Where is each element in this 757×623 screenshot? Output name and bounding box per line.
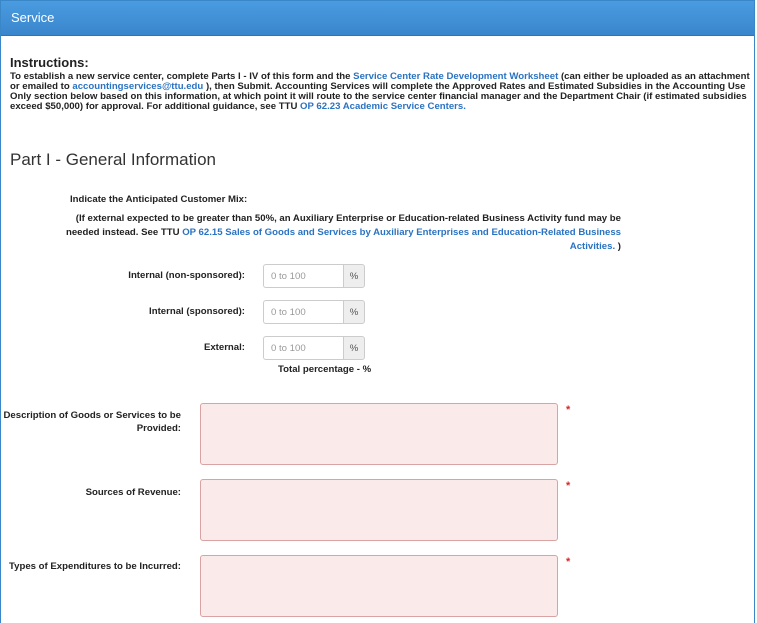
instructions-text: To establish a new service center, compl… bbox=[10, 72, 750, 112]
op-62-23-link[interactable]: OP 62.23 Academic Service Centers. bbox=[300, 101, 466, 112]
external-input[interactable] bbox=[263, 336, 343, 360]
required-marker: * bbox=[566, 556, 571, 568]
description-textarea[interactable] bbox=[200, 403, 558, 465]
service-panel: Service Instructions: To establish a new… bbox=[0, 0, 755, 623]
internal-nonsponsored-group: % bbox=[263, 264, 365, 288]
internal-sponsored-label: Internal (sponsored): bbox=[149, 306, 245, 317]
customer-mix-note: (If external expected to be greater than… bbox=[61, 212, 621, 254]
percent-addon: % bbox=[343, 264, 365, 288]
revenue-textarea[interactable] bbox=[200, 479, 558, 541]
description-label: Description of Goods or Services to be P… bbox=[3, 410, 181, 434]
internal-nonsponsored-label: Internal (non-sponsored): bbox=[128, 270, 245, 281]
mix-note-end: ) bbox=[615, 241, 621, 252]
total-percentage: Total percentage - % bbox=[278, 364, 372, 375]
op-62-15-link[interactable]: OP 62.15 Sales of Goods and Services by … bbox=[182, 227, 621, 252]
expenditures-label: Types of Expenditures to be Incurred: bbox=[8, 561, 181, 572]
percent-addon: % bbox=[343, 300, 365, 324]
internal-sponsored-input[interactable] bbox=[263, 300, 343, 324]
revenue-label: Sources of Revenue: bbox=[85, 487, 181, 498]
internal-sponsored-group: % bbox=[263, 300, 365, 324]
required-marker: * bbox=[566, 404, 571, 416]
expenditures-textarea[interactable] bbox=[200, 555, 558, 617]
panel-header-title: Service bbox=[1, 1, 754, 36]
external-group: % bbox=[263, 336, 365, 360]
customer-mix-label: Indicate the Anticipated Customer Mix: bbox=[70, 194, 248, 205]
internal-nonsponsored-input[interactable] bbox=[263, 264, 343, 288]
required-marker: * bbox=[566, 480, 571, 492]
part1-title: Part I - General Information bbox=[10, 150, 216, 169]
percent-addon: % bbox=[343, 336, 365, 360]
external-label: External: bbox=[203, 342, 245, 353]
instructions-title: Instructions: bbox=[10, 55, 89, 70]
